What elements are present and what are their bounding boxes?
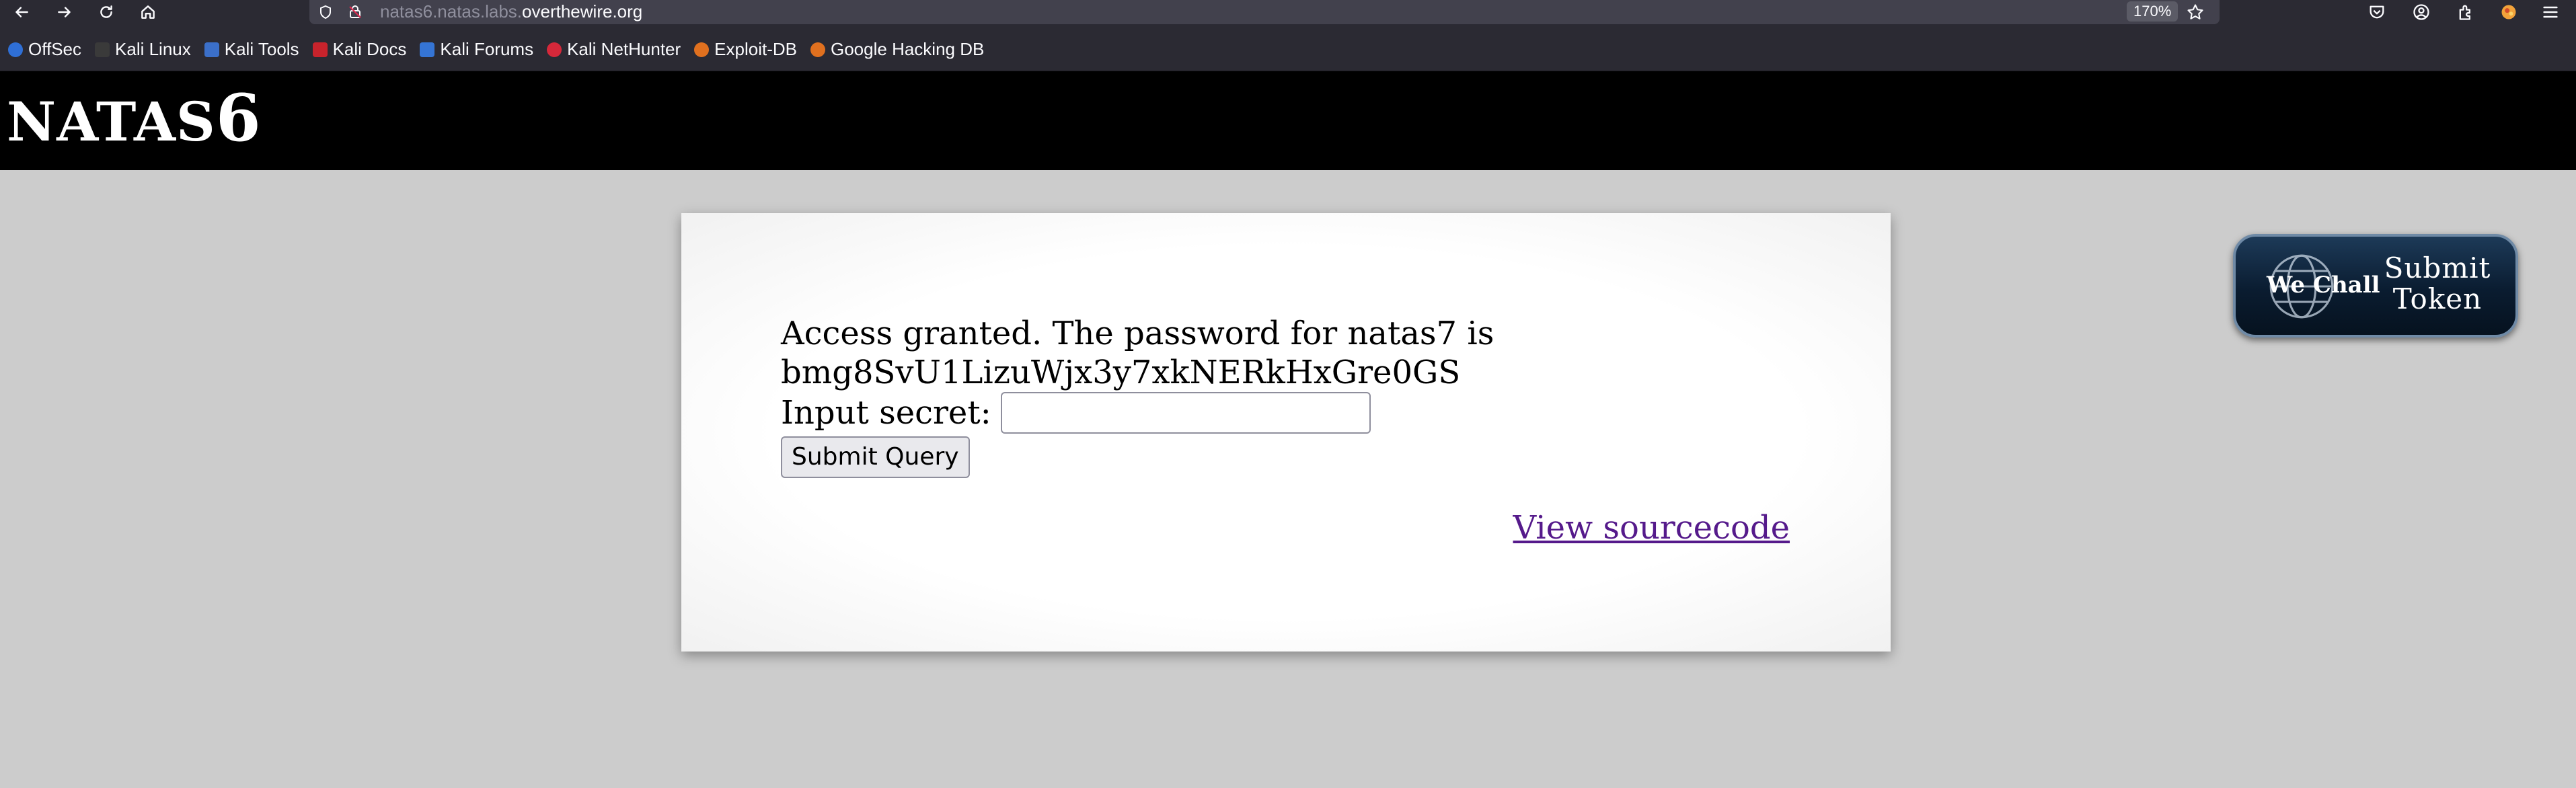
profile-avatar-icon [2501, 5, 2516, 19]
reload-button[interactable] [91, 0, 121, 24]
ghdb-icon [810, 42, 825, 57]
pocket-button[interactable] [2362, 0, 2392, 24]
page-title: NATAS6 [7, 78, 262, 162]
lock-icon[interactable] [347, 4, 363, 20]
bookmark-label: Kali Docs [332, 39, 407, 59]
url-bar[interactable]: natas6.natas.labs.overthewire.org 170% [309, 0, 2220, 24]
bookmark-label: Kali Linux [115, 39, 191, 59]
view-sourcecode-link[interactable]: View sourcecode [1513, 509, 1790, 547]
kali-docs-icon [312, 42, 328, 57]
bookmark-kali-linux[interactable]: Kali Linux [95, 35, 191, 65]
title-main: NATAS [7, 90, 216, 153]
bookmark-label: Google Hacking DB [831, 39, 985, 59]
account-icon [2413, 4, 2429, 20]
extensions-button[interactable] [2451, 0, 2480, 24]
bookmark-exploit-db[interactable]: Exploit-DB [694, 35, 797, 65]
secret-input[interactable] [1000, 392, 1371, 434]
access-granted-message: Access granted. The password for natas7 … [781, 315, 1494, 352]
home-icon [141, 5, 155, 19]
zoom-level-badge[interactable]: 170% [2127, 1, 2179, 22]
menu-button[interactable] [2536, 0, 2565, 24]
home-button[interactable] [133, 0, 163, 24]
browser-toolbar: natas6.natas.labs.overthewire.org 170% [0, 0, 2576, 28]
submit-token-label: Submit Token [2374, 253, 2501, 315]
bookmark-kali-forums[interactable]: Kali Forums [420, 35, 533, 65]
wechall-submit-token-button[interactable]: We Chall Submit Token [2233, 234, 2518, 338]
bookmark-kali-tools[interactable]: Kali Tools [204, 35, 299, 65]
kali-dragon-icon [95, 42, 110, 57]
submit-query-button[interactable]: Submit Query [781, 436, 970, 478]
input-secret-label: Input secret: [781, 394, 991, 432]
url-text[interactable]: natas6.natas.labs.overthewire.org [380, 0, 642, 24]
bookmark-label: OffSec [28, 39, 82, 59]
forward-arrow-icon [58, 7, 71, 17]
bookmark-kali-nethunter[interactable]: Kali NetHunter [547, 35, 681, 65]
bookmark-label: Kali Tools [224, 39, 299, 59]
revealed-password: bmg8SvU1LizuWjx3y7xkNERkHxGre0GS [781, 354, 1461, 391]
bookmark-label: Exploit-DB [714, 39, 797, 59]
secret-form: Input secret: [781, 392, 1494, 434]
natas-header: NATAS6 [0, 71, 2576, 170]
wechall-brand: We Chall [2267, 272, 2380, 299]
extensions-icon [2459, 5, 2470, 20]
forward-button[interactable] [50, 0, 79, 24]
account-button[interactable] [2407, 0, 2436, 24]
offsec-icon [8, 42, 23, 57]
exploit-db-icon [694, 42, 710, 57]
back-arrow-icon [15, 7, 28, 17]
url-host: overthewire.org [522, 1, 643, 22]
title-level-number: 6 [215, 80, 262, 156]
kali-tools-icon [204, 42, 219, 57]
kali-forums-icon [420, 42, 435, 57]
bookmark-star-icon[interactable] [2186, 3, 2205, 22]
bookmark-kali-docs[interactable]: Kali Docs [312, 35, 407, 65]
kali-nethunter-icon [547, 42, 562, 57]
hamburger-menu-icon [2543, 6, 2558, 18]
bookmarks-bar: OffSec Kali Linux Kali Tools Kali Docs K… [0, 28, 2576, 71]
profile-button[interactable] [2494, 0, 2524, 24]
bookmark-offsec[interactable]: OffSec [8, 35, 81, 65]
bookmark-google-hacking-db[interactable]: Google Hacking DB [810, 35, 984, 65]
submit-token-line1: Submit [2384, 251, 2491, 284]
tracking-shield-icon[interactable] [317, 4, 334, 20]
bookmark-label: Kali NetHunter [567, 39, 681, 59]
back-button[interactable] [7, 0, 36, 24]
url-prefix: natas6.natas.labs. [380, 1, 523, 22]
reload-icon [100, 5, 112, 18]
bookmark-label: Kali Forums [440, 39, 534, 59]
content-panel: Access granted. The password for natas7 … [681, 213, 1891, 652]
submit-token-line2: Token [2392, 282, 2483, 315]
pocket-icon [2370, 5, 2384, 19]
content-body: Access granted. The password for natas7 … [781, 314, 1494, 478]
